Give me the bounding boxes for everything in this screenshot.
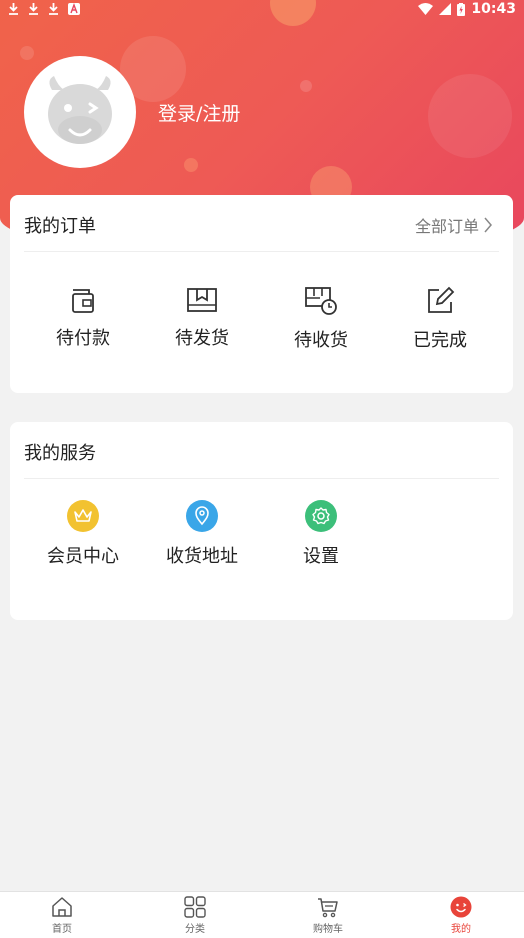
my-orders-card: 我的订单 全部订单 待付款 待发货 待收货 已完成 xyxy=(10,195,513,393)
login-register-link[interactable]: 登录/注册 xyxy=(158,99,240,126)
decor-bubble xyxy=(428,74,512,158)
wifi-icon xyxy=(418,3,434,15)
download-icon xyxy=(9,3,18,15)
order-label: 待发货 xyxy=(175,328,229,349)
service-label: 设置 xyxy=(303,546,339,567)
tab-label: 我的 xyxy=(451,924,471,935)
service-settings[interactable]: 设置 xyxy=(261,500,381,568)
bottom-tab-bar: 首页 分类 购物车 我的 xyxy=(0,891,524,938)
decor-bubble xyxy=(20,46,34,60)
order-label: 待收货 xyxy=(294,330,348,351)
tab-label: 首页 xyxy=(52,924,72,935)
download-icon xyxy=(29,3,38,15)
a-notification-icon xyxy=(68,3,80,15)
package-icon xyxy=(187,288,217,312)
service-member-center[interactable]: 会员中心 xyxy=(23,500,143,568)
gear-icon xyxy=(305,500,337,532)
chevron-right-icon xyxy=(484,217,492,233)
my-services-card: 我的服务 会员中心 收货地址 设置 xyxy=(10,422,513,620)
divider xyxy=(24,251,499,252)
all-orders-label: 全部订单 xyxy=(414,217,479,236)
order-pending-payment[interactable]: 待付款 xyxy=(23,286,143,350)
wallet-icon xyxy=(72,289,94,313)
status-bar: 10:43 xyxy=(0,0,524,18)
edit-icon xyxy=(428,286,455,313)
tab-category[interactable]: 分类 xyxy=(155,896,235,935)
service-shipping-address[interactable]: 收货地址 xyxy=(142,500,262,568)
order-completed[interactable]: 已完成 xyxy=(380,286,500,352)
order-pending-shipment[interactable]: 待发货 xyxy=(142,286,262,350)
grid-icon xyxy=(184,896,206,918)
order-pending-receipt[interactable]: 待收货 xyxy=(261,286,381,352)
decor-bubble xyxy=(184,158,198,172)
divider xyxy=(24,478,499,479)
signal-icon xyxy=(439,3,452,15)
status-time: 10:43 xyxy=(471,1,516,17)
cart-icon xyxy=(318,898,338,918)
profile-face-icon xyxy=(450,896,472,918)
home-icon xyxy=(52,897,72,917)
decor-bubble xyxy=(300,80,312,92)
service-label: 会员中心 xyxy=(47,546,119,567)
avatar[interactable] xyxy=(24,56,136,168)
tab-label: 购物车 xyxy=(313,924,343,935)
location-pin-icon xyxy=(186,500,218,532)
download-icon xyxy=(49,3,58,15)
cow-mascot-icon xyxy=(48,76,112,144)
crown-icon xyxy=(67,500,99,532)
all-orders-link[interactable]: 全部订单 xyxy=(415,213,493,237)
orders-title: 我的订单 xyxy=(24,216,96,237)
tab-cart[interactable]: 购物车 xyxy=(288,896,368,935)
tab-home[interactable]: 首页 xyxy=(22,896,102,935)
truck-clock-icon xyxy=(305,287,337,315)
order-label: 已完成 xyxy=(413,330,467,351)
service-label: 收货地址 xyxy=(166,546,238,567)
order-label: 待付款 xyxy=(56,328,110,349)
battery-charging-icon xyxy=(457,2,466,16)
services-title: 我的服务 xyxy=(24,443,96,464)
tab-mine[interactable]: 我的 xyxy=(421,896,501,935)
tab-label: 分类 xyxy=(185,924,205,935)
